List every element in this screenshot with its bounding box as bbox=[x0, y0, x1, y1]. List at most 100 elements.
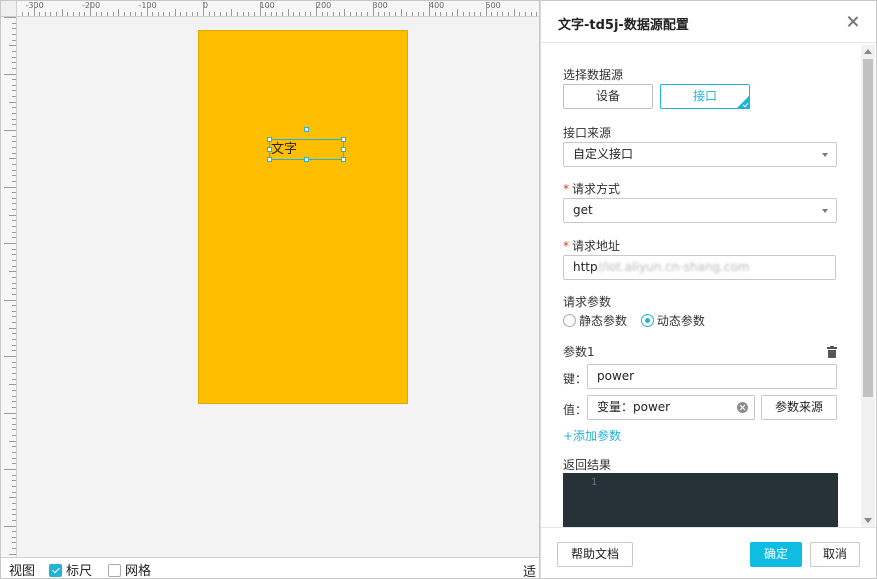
ruler-toggle[interactable]: 标尺 bbox=[49, 560, 93, 579]
dynamic-params-radio[interactable]: 动态参数 bbox=[640, 314, 705, 328]
ruler-tick-label: 500 bbox=[485, 1, 501, 10]
ruler-tick bbox=[12, 350, 16, 352]
ruler-tick bbox=[12, 401, 16, 403]
clear-icon[interactable] bbox=[737, 402, 748, 413]
ruler-tick bbox=[12, 237, 16, 239]
ruler-tick bbox=[513, 9, 515, 16]
grid-checkbox[interactable] bbox=[108, 563, 122, 577]
scroll-up-icon[interactable] bbox=[864, 49, 872, 54]
param-key-input[interactable]: power bbox=[587, 364, 837, 389]
ruler-tick bbox=[12, 265, 16, 267]
grid-toggle-label: 网格 bbox=[125, 563, 152, 579]
ruler-tick bbox=[12, 248, 16, 250]
fit-button[interactable]: 适合 bbox=[523, 561, 539, 578]
required-star: * bbox=[563, 239, 569, 253]
ruler-tick bbox=[9, 327, 16, 329]
static-params-radio[interactable]: 静态参数 bbox=[563, 314, 631, 328]
panel-scrollbar[interactable] bbox=[861, 45, 875, 527]
ruler-tick bbox=[12, 339, 16, 341]
resize-handle-middle-right[interactable] bbox=[341, 147, 346, 152]
ruler-tick bbox=[12, 56, 16, 58]
ruler-tick bbox=[12, 96, 16, 98]
ruler-tick bbox=[84, 12, 86, 16]
url-label-row: * 请求地址 bbox=[563, 237, 620, 254]
param-source-button[interactable]: 参数来源 bbox=[761, 395, 837, 420]
ruler-tick bbox=[12, 435, 16, 437]
ruler-tick bbox=[423, 12, 425, 16]
ruler-tick bbox=[248, 12, 250, 16]
ruler-tick bbox=[12, 152, 16, 154]
help-doc-button[interactable]: 帮助文档 bbox=[557, 542, 633, 567]
result-code-editor[interactable]: 1 bbox=[563, 473, 838, 533]
datasource-label: 选择数据源 bbox=[563, 68, 624, 82]
datasource-device-label: 设备 bbox=[595, 89, 620, 103]
ruler-tick bbox=[12, 39, 16, 41]
ruler-tick bbox=[12, 395, 16, 397]
ruler-tick bbox=[445, 12, 447, 16]
ruler-tick bbox=[12, 463, 16, 465]
ruler-tick bbox=[395, 12, 397, 16]
api-source-value: 自定义接口 bbox=[573, 147, 634, 161]
ruler-tick bbox=[287, 9, 289, 16]
ruler-tick bbox=[214, 12, 216, 16]
ruler-tick bbox=[440, 12, 442, 16]
phone-screen-preview[interactable] bbox=[198, 30, 408, 404]
ruler-tick bbox=[400, 9, 402, 16]
chevron-down-icon bbox=[822, 153, 828, 157]
ruler-tick bbox=[12, 209, 16, 211]
ruler-vertical bbox=[1, 17, 17, 557]
ruler-tick bbox=[197, 12, 199, 16]
api-source-select[interactable]: 自定义接口 bbox=[563, 142, 837, 167]
ruler-tick bbox=[270, 12, 272, 16]
datasource-device-button[interactable]: 设备 bbox=[563, 84, 653, 109]
ruler-tick bbox=[12, 62, 16, 64]
method-value: get bbox=[573, 203, 593, 217]
ruler-tick bbox=[457, 9, 459, 16]
add-param-link[interactable]: +添加参数 bbox=[563, 427, 621, 444]
resize-handle-top-right[interactable] bbox=[341, 137, 346, 142]
ruler-tick bbox=[186, 12, 188, 16]
method-select[interactable]: get bbox=[563, 198, 837, 223]
resize-handle-bottom-left[interactable] bbox=[267, 157, 272, 162]
ruler-tick bbox=[310, 12, 312, 16]
param-source-label: 参数来源 bbox=[774, 400, 823, 414]
rotate-handle[interactable] bbox=[304, 127, 309, 132]
scroll-down-icon[interactable] bbox=[864, 518, 872, 523]
dynamic-params-label: 动态参数 bbox=[656, 314, 705, 328]
datasource-api-button[interactable]: 接口 bbox=[660, 84, 750, 109]
ruler-tick bbox=[332, 12, 334, 16]
ruler-tick bbox=[4, 73, 16, 75]
resize-handle-top-left[interactable] bbox=[267, 137, 272, 142]
confirm-button[interactable]: 确定 bbox=[750, 542, 802, 567]
param-value-input[interactable]: 变量：power bbox=[587, 395, 755, 420]
ruler-tick bbox=[338, 12, 340, 16]
ruler-tick bbox=[191, 12, 193, 16]
ruler-tick bbox=[12, 107, 16, 109]
ruler-tick bbox=[429, 2, 430, 16]
dynamic-radio-circle[interactable] bbox=[640, 314, 654, 327]
url-input[interactable]: http//iot.aliyun.cn-shang.com bbox=[563, 255, 836, 280]
ruler-checkbox[interactable] bbox=[49, 563, 63, 577]
close-icon[interactable] bbox=[846, 15, 860, 29]
ruler-tick bbox=[9, 45, 16, 47]
ruler-tick bbox=[12, 124, 16, 126]
ruler-tick bbox=[208, 12, 210, 16]
ruler-tick bbox=[12, 288, 16, 290]
ruler-tick bbox=[152, 12, 154, 16]
resize-handle-bottom-middle[interactable] bbox=[304, 157, 309, 162]
ruler-tick bbox=[525, 12, 527, 16]
resize-handle-middle-left[interactable] bbox=[267, 147, 272, 152]
panel-title: 文字-td5j-数据源配置 bbox=[558, 18, 689, 33]
ruler-tick bbox=[4, 469, 16, 470]
cancel-button[interactable]: 取消 bbox=[810, 542, 860, 567]
trash-icon[interactable] bbox=[827, 346, 837, 358]
ruler-tick bbox=[349, 12, 351, 16]
static-radio-circle[interactable] bbox=[563, 314, 576, 327]
resize-handle-bottom-right[interactable] bbox=[341, 157, 346, 162]
url-rest-blurred: //iot.aliyun.cn-shang.com bbox=[597, 260, 750, 274]
ruler-tick bbox=[12, 192, 16, 194]
ruler-tick bbox=[236, 12, 238, 16]
grid-toggle[interactable]: 网格 bbox=[108, 560, 152, 579]
ruler-toggle-label: 标尺 bbox=[66, 563, 93, 579]
scrollbar-thumb[interactable] bbox=[863, 59, 873, 397]
